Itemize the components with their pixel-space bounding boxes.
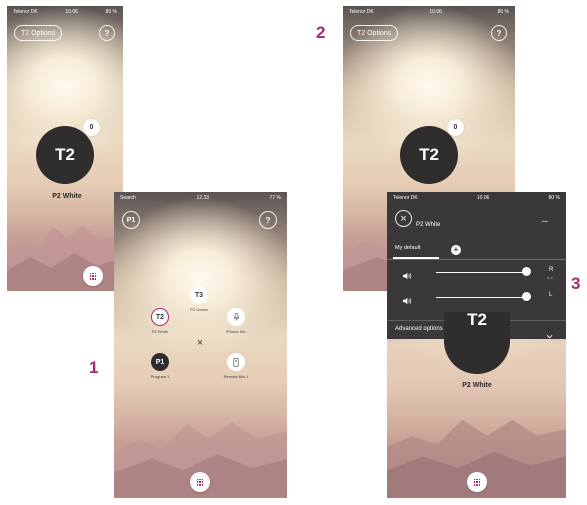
plus-icon: + <box>453 245 459 254</box>
status-bar: Telenor DK 10.06 80 % <box>387 192 566 204</box>
step-number-3: 3 <box>571 274 581 293</box>
programs-grid-button[interactable] <box>83 266 103 286</box>
program-item-label: iPhone Mic <box>226 329 246 334</box>
volume-right-side: R <box>549 267 554 273</box>
microphone-icon <box>227 308 245 326</box>
volume-left-side: L <box>549 292 553 298</box>
volume-left-slider[interactable] <box>436 297 527 298</box>
program-item-remote-mic[interactable]: Remote Mic 1 <box>221 353 251 379</box>
options-button[interactable]: T2 Options <box>14 25 63 41</box>
program-circle: T2 <box>151 308 169 326</box>
programs-grid-button[interactable] <box>190 472 210 492</box>
step-number-1: 1 <box>89 358 99 377</box>
screen-main-phone: Telenor DK 10.06 80 % T2 Options ? T2 0 … <box>7 6 123 291</box>
program-item-label: Remote Mic 1 <box>223 374 249 379</box>
help-button[interactable]: ? <box>491 25 507 41</box>
program-item-label: P3 Ocean <box>190 307 208 312</box>
tab-bar: My default + <box>387 242 566 260</box>
mountain-background <box>7 206 123 291</box>
program-name: P2 White <box>52 193 82 200</box>
program-circle: P1 <box>151 353 169 371</box>
battery-label: 80 % <box>497 9 509 15</box>
program-item-label: P2 White <box>151 329 169 334</box>
carrier-label: Search <box>120 195 136 201</box>
carrier-label: Telenor DK <box>13 9 38 15</box>
program-item-t3[interactable]: T3 P3 Ocean <box>184 286 214 312</box>
more-options-button[interactable]: ... <box>542 217 548 224</box>
status-bar: Search 12.33 77 % <box>114 192 287 204</box>
grid-icon <box>196 478 204 486</box>
current-program-circle[interactable]: T2 <box>444 310 510 374</box>
volume-left-icon <box>402 292 412 310</box>
volume-right-slider[interactable] <box>436 272 527 273</box>
program-badge: 0 <box>447 119 464 136</box>
program-name: P2 White <box>462 382 492 389</box>
panel-program-name: P2 White <box>416 222 441 228</box>
time-label: 10.06 <box>429 9 442 15</box>
tab-my-default[interactable]: My default <box>395 245 420 251</box>
time-label: 10.06 <box>476 195 490 201</box>
volume-right-knob[interactable] <box>522 267 531 276</box>
carrier-label: Telenor DK <box>349 9 374 15</box>
battery-label: 80 % <box>548 195 560 201</box>
screen-program-settings-phone: Telenor DK 10.06 80 % × P2 White ... My … <box>387 192 566 498</box>
close-menu-button[interactable]: × <box>193 336 207 350</box>
tab-label: My default <box>395 245 421 251</box>
programs-grid-button[interactable] <box>467 472 487 492</box>
volume-left-knob[interactable] <box>522 292 531 301</box>
program-label: T2 <box>467 310 487 329</box>
program-item-p1[interactable]: P1 Program 1 <box>145 353 175 379</box>
close-icon: × <box>400 212 407 225</box>
grid-icon <box>89 272 97 280</box>
status-bar: Telenor DK 10.06 80 % <box>7 6 123 18</box>
close-panel-button[interactable]: × <box>395 210 412 227</box>
status-bar: Telenor DK 10.06 80 % <box>343 6 515 18</box>
current-program-circle[interactable]: T2 <box>400 126 458 184</box>
help-button[interactable]: ? <box>259 211 277 229</box>
step-number-2: 2 <box>316 23 326 42</box>
grid-icon <box>473 478 481 486</box>
time-label: 10.06 <box>65 9 78 15</box>
program-item-iphone-mic[interactable]: iPhone Mic <box>221 308 251 334</box>
current-program-circle[interactable]: T2 <box>36 126 94 184</box>
carrier-label: Telenor DK <box>393 195 418 201</box>
battery-label: 77 % <box>269 195 281 201</box>
screen-program-select-phone: Search 12.33 77 % P1 ? T3 P3 Ocean T2 P2… <box>114 192 287 498</box>
battery-label: 80 % <box>105 9 117 15</box>
program-item-label: Program 1 <box>150 374 170 379</box>
chevron-down-icon <box>546 326 553 344</box>
remote-mic-icon <box>227 353 245 371</box>
program-badge: 0 <box>83 119 100 136</box>
program-circle: T3 <box>190 286 208 304</box>
time-label: 12.33 <box>196 195 209 201</box>
help-button[interactable]: ? <box>99 25 115 41</box>
options-button[interactable]: T2 Options <box>350 25 399 41</box>
program-item-t2[interactable]: T2 P2 White <box>145 308 175 334</box>
close-icon: × <box>196 337 204 349</box>
tab-underline <box>393 257 439 259</box>
program-label: T2 <box>55 145 75 164</box>
current-program-button[interactable]: P1 <box>122 211 140 229</box>
link-volumes-button[interactable]: < > <box>547 275 553 280</box>
add-tab-button[interactable]: + <box>451 245 461 255</box>
advanced-options-label: Advanced options <box>395 326 443 332</box>
volume-right-icon <box>402 267 412 285</box>
program-label: T2 <box>419 145 439 164</box>
